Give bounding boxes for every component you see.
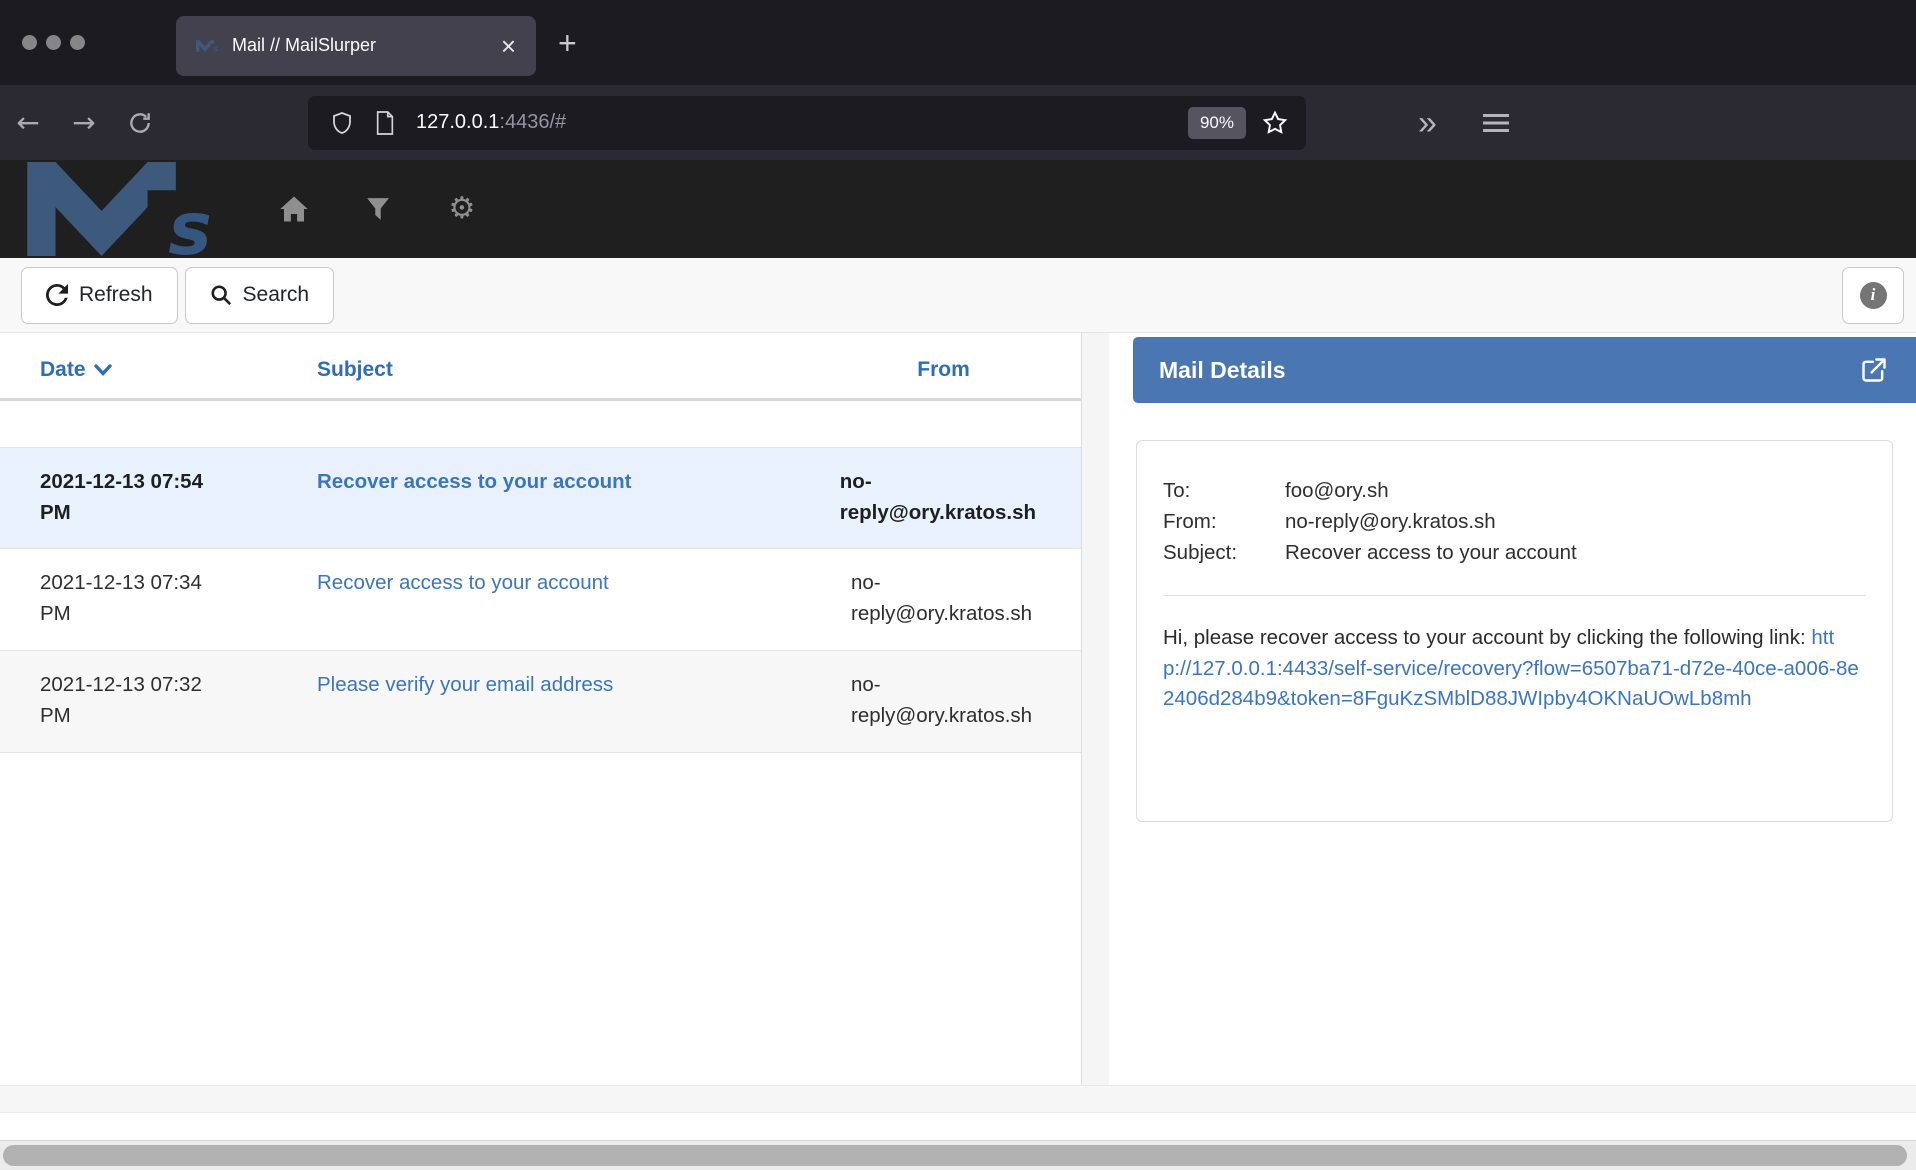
search-icon bbox=[210, 284, 232, 306]
svg-text:s: s bbox=[213, 44, 218, 54]
bookmark-star-icon[interactable] bbox=[1262, 110, 1288, 136]
mail-list-body: 2021-12-13 07:54 PM Recover access to yo… bbox=[0, 447, 1081, 753]
to-label: To: bbox=[1163, 475, 1285, 506]
url-text[interactable]: 127.0.0.1:4436/# bbox=[416, 111, 1188, 134]
info-button[interactable]: i bbox=[1842, 267, 1904, 324]
hamburger-menu-icon[interactable] bbox=[1483, 112, 1509, 134]
mail-details-title: Mail Details bbox=[1159, 357, 1860, 384]
window-minimize-dot[interactable] bbox=[46, 35, 61, 50]
navigation-bar: ← → 127.0.0.1:4436/# 90% bbox=[0, 85, 1916, 160]
mail-details-card: To: foo@ory.sh From: no-reply@ory.kratos… bbox=[1136, 440, 1893, 822]
zoom-level-badge[interactable]: 90% bbox=[1188, 107, 1246, 139]
app-nav: ⚙ bbox=[278, 194, 478, 224]
app-header: s ⚙ bbox=[0, 160, 1916, 258]
refresh-label: Refresh bbox=[79, 283, 153, 307]
mailslurper-logo: s bbox=[22, 162, 230, 256]
mail-body: Hi, please recover access to your accoun… bbox=[1163, 623, 1866, 715]
mail-list-header: Date Subject From bbox=[0, 333, 1081, 401]
column-header-date[interactable]: Date bbox=[0, 358, 285, 382]
url-host: 127.0.0.1 bbox=[416, 111, 499, 133]
column-header-subject[interactable]: Subject bbox=[285, 358, 851, 382]
horizontal-scrollbar-thumb[interactable] bbox=[3, 1145, 1907, 1166]
content-area: Date Subject From 2021-12-13 07:54 PM Re… bbox=[0, 333, 1916, 1085]
overflow-menu-icon[interactable]: » bbox=[1418, 106, 1437, 140]
mail-details-header: Mail Details bbox=[1133, 337, 1916, 403]
settings-button[interactable]: ⚙ bbox=[446, 194, 478, 224]
column-header-from[interactable]: From bbox=[851, 358, 1081, 382]
mail-row-date: 2021-12-13 07:54 PM bbox=[0, 466, 285, 536]
mailslurper-favicon-icon: s bbox=[196, 37, 220, 55]
mail-row-from: no-reply@ory.kratos.sh bbox=[840, 466, 1081, 536]
new-tab-button[interactable]: + bbox=[558, 27, 577, 59]
mail-subject-link[interactable]: Please verify your email address bbox=[317, 673, 613, 696]
date-header-label: Date bbox=[40, 358, 86, 382]
page-info-icon[interactable] bbox=[374, 110, 396, 136]
info-icon: i bbox=[1860, 282, 1887, 309]
window-controls[interactable] bbox=[22, 35, 152, 50]
filter-button[interactable] bbox=[362, 196, 394, 222]
refresh-button[interactable]: Refresh bbox=[21, 267, 178, 324]
mail-row-2[interactable]: 2021-12-13 07:34 PM Recover access to yo… bbox=[0, 549, 1081, 651]
mail-row-from: no-reply@ory.kratos.sh bbox=[851, 669, 1081, 740]
mail-row-date: 2021-12-13 07:32 PM bbox=[0, 669, 285, 740]
open-external-button[interactable] bbox=[1860, 356, 1888, 384]
shield-icon[interactable] bbox=[330, 110, 354, 136]
tab-strip: s Mail // MailSlurper × + bbox=[0, 0, 1916, 85]
mail-row-3[interactable]: 2021-12-13 07:32 PM Please verify your e… bbox=[0, 651, 1081, 753]
mail-row-date: 2021-12-13 07:34 PM bbox=[0, 567, 285, 638]
reload-button[interactable] bbox=[112, 110, 168, 136]
refresh-icon bbox=[46, 284, 68, 306]
sort-chevron-down-icon bbox=[94, 363, 112, 377]
window-zoom-dot[interactable] bbox=[70, 35, 85, 50]
tab-close-icon[interactable]: × bbox=[497, 33, 520, 59]
mail-subject-link[interactable]: Recover access to your account bbox=[317, 470, 631, 493]
from-label: From: bbox=[1163, 506, 1285, 537]
filter-icon bbox=[366, 196, 390, 222]
from-value: no-reply@ory.kratos.sh bbox=[1285, 506, 1496, 537]
subject-label: Subject: bbox=[1163, 537, 1285, 568]
window-close-dot[interactable] bbox=[22, 35, 37, 50]
external-link-icon bbox=[1860, 356, 1888, 384]
url-bar[interactable]: 127.0.0.1:4436/# 90% bbox=[308, 96, 1306, 150]
mail-subject-link[interactable]: Recover access to your account bbox=[317, 571, 609, 594]
field-subject: Subject: Recover access to your account bbox=[1163, 537, 1866, 568]
home-button[interactable] bbox=[278, 195, 310, 223]
to-value: foo@ory.sh bbox=[1285, 475, 1389, 506]
tab-title: Mail // MailSlurper bbox=[232, 35, 497, 56]
browser-window: s Mail // MailSlurper × + ← → bbox=[0, 0, 1916, 1170]
search-label: Search bbox=[243, 283, 310, 307]
field-to: To: foo@ory.sh bbox=[1163, 475, 1866, 506]
mail-list-panel: Date Subject From 2021-12-13 07:54 PM Re… bbox=[0, 333, 1082, 1085]
home-icon bbox=[279, 195, 309, 223]
browser-tab[interactable]: s Mail // MailSlurper × bbox=[176, 16, 536, 76]
mail-details-panel: Mail Details To: foo@ory.sh From: no-re bbox=[1109, 333, 1916, 1085]
back-button[interactable]: ← bbox=[0, 106, 56, 139]
toolbar: Refresh Search i bbox=[0, 258, 1916, 333]
subject-value: Recover access to your account bbox=[1285, 537, 1577, 568]
panel-divider bbox=[1082, 333, 1109, 1085]
mail-body-text: Hi, please recover access to your accoun… bbox=[1163, 626, 1811, 649]
field-from: From: no-reply@ory.kratos.sh bbox=[1163, 506, 1866, 537]
search-button[interactable]: Search bbox=[185, 267, 335, 324]
mail-row-1[interactable]: 2021-12-13 07:54 PM Recover access to yo… bbox=[0, 447, 1081, 549]
mail-row-from: no-reply@ory.kratos.sh bbox=[851, 567, 1081, 638]
reload-icon bbox=[127, 110, 153, 136]
details-divider bbox=[1163, 595, 1866, 596]
bottom-strip bbox=[0, 1085, 1916, 1112]
url-path: :4436/# bbox=[499, 111, 566, 133]
svg-text:s: s bbox=[168, 187, 212, 256]
page-bottom bbox=[0, 1112, 1916, 1140]
forward-button[interactable]: → bbox=[56, 106, 112, 139]
horizontal-scrollbar[interactable] bbox=[0, 1140, 1916, 1170]
